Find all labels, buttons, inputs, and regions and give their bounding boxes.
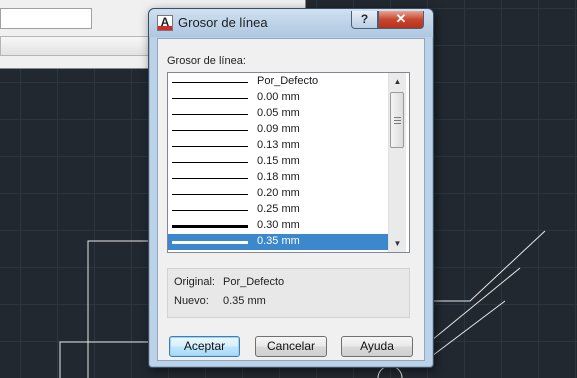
lineweight-dialog: A Grosor de línea ? ✕ Grosor de línea: P…: [148, 8, 434, 368]
cad-line: [432, 230, 546, 302]
lineweight-item-label: 0.30 mm: [257, 219, 300, 231]
dialog-title: Grosor de línea: [178, 15, 268, 30]
cad-line: [87, 240, 148, 378]
background-field: [0, 8, 92, 29]
lineweight-item-label: 0.00 mm: [257, 91, 300, 103]
scroll-up-arrow-icon[interactable]: ▲: [389, 73, 406, 90]
scroll-thumb[interactable]: [390, 92, 404, 148]
lineweight-item-label: Por_Defecto: [257, 75, 319, 87]
lineweight-list-item[interactable]: 0.35 mm: [168, 234, 388, 250]
close-button[interactable]: ✕: [378, 11, 424, 29]
lineweight-list-item[interactable]: 0.09 mm: [168, 122, 388, 138]
lineweight-item-label: 0.35 mm: [257, 235, 300, 247]
lineweight-item-label: 0.09 mm: [257, 123, 300, 135]
lineweight-list[interactable]: Por_Defecto 0.00 mm 0.05 mm 0.09 mm 0.13 mm 0…: [167, 72, 410, 253]
cad-line: [59, 341, 148, 378]
lineweight-list-item[interactable]: 0.18 mm: [168, 170, 388, 186]
lineweight-sample: [172, 210, 248, 211]
cad-line: [431, 300, 506, 357]
lineweight-list-item[interactable]: 0.15 mm: [168, 154, 388, 170]
dialog-body: Grosor de línea: Por_Defecto 0.00 mm 0.05 …: [157, 38, 425, 361]
lineweight-sample: [172, 130, 248, 131]
grip-line: [394, 120, 401, 121]
grip-line: [394, 117, 401, 118]
original-label: Original:: [174, 276, 215, 288]
lineweight-sample: [172, 225, 248, 228]
lineweight-item-label: 0.25 mm: [257, 203, 300, 215]
lineweight-list-item[interactable]: 0.20 mm: [168, 186, 388, 202]
lineweight-sample: [172, 82, 248, 83]
lineweight-info: Original: Por_Defecto Nuevo: 0.35 mm: [167, 268, 410, 318]
scroll-down-arrow-icon[interactable]: ▼: [389, 235, 406, 252]
lineweight-list-item[interactable]: Por_Defecto: [168, 74, 388, 90]
lineweight-sample: [172, 162, 248, 163]
lineweight-list-caption: Grosor de línea:: [167, 55, 246, 67]
lineweight-list-item[interactable]: 0.05 mm: [168, 106, 388, 122]
lineweight-item-label: 0.15 mm: [257, 155, 300, 167]
ok-button[interactable]: Aceptar: [169, 336, 240, 357]
lineweight-item-label: 0.20 mm: [257, 187, 300, 199]
title-bar[interactable]: A Grosor de línea ? ✕: [149, 9, 433, 37]
vertical-scrollbar[interactable]: ▲ ▼: [388, 73, 406, 252]
lineweight-list-item[interactable]: 0.25 mm: [168, 202, 388, 218]
help-title-button[interactable]: ?: [351, 11, 378, 29]
new-value: 0.35 mm: [223, 295, 266, 307]
lineweight-sample: [172, 98, 248, 99]
new-label: Nuevo:: [174, 295, 209, 307]
lineweight-sample: [172, 178, 248, 179]
lineweight-item-label: 0.18 mm: [257, 171, 300, 183]
help-button[interactable]: Ayuda: [341, 336, 413, 357]
cad-line: [431, 267, 521, 341]
lineweight-list-item[interactable]: 0.13 mm: [168, 138, 388, 154]
cancel-button[interactable]: Cancelar: [255, 336, 327, 357]
grip-line: [394, 123, 401, 124]
lineweight-sample: [172, 241, 248, 244]
original-value: Por_Defecto: [223, 276, 285, 288]
lineweight-item-label: 0.05 mm: [257, 107, 300, 119]
lineweight-sample: [172, 146, 248, 147]
lineweight-list-item[interactable]: 0.30 mm: [168, 218, 388, 234]
lineweight-item-label: 0.13 mm: [257, 139, 300, 151]
lineweight-sample: [172, 194, 248, 195]
lineweight-list-item[interactable]: 0.00 mm: [168, 90, 388, 106]
autocad-icon: A: [157, 15, 173, 31]
lineweight-sample: [172, 114, 248, 115]
